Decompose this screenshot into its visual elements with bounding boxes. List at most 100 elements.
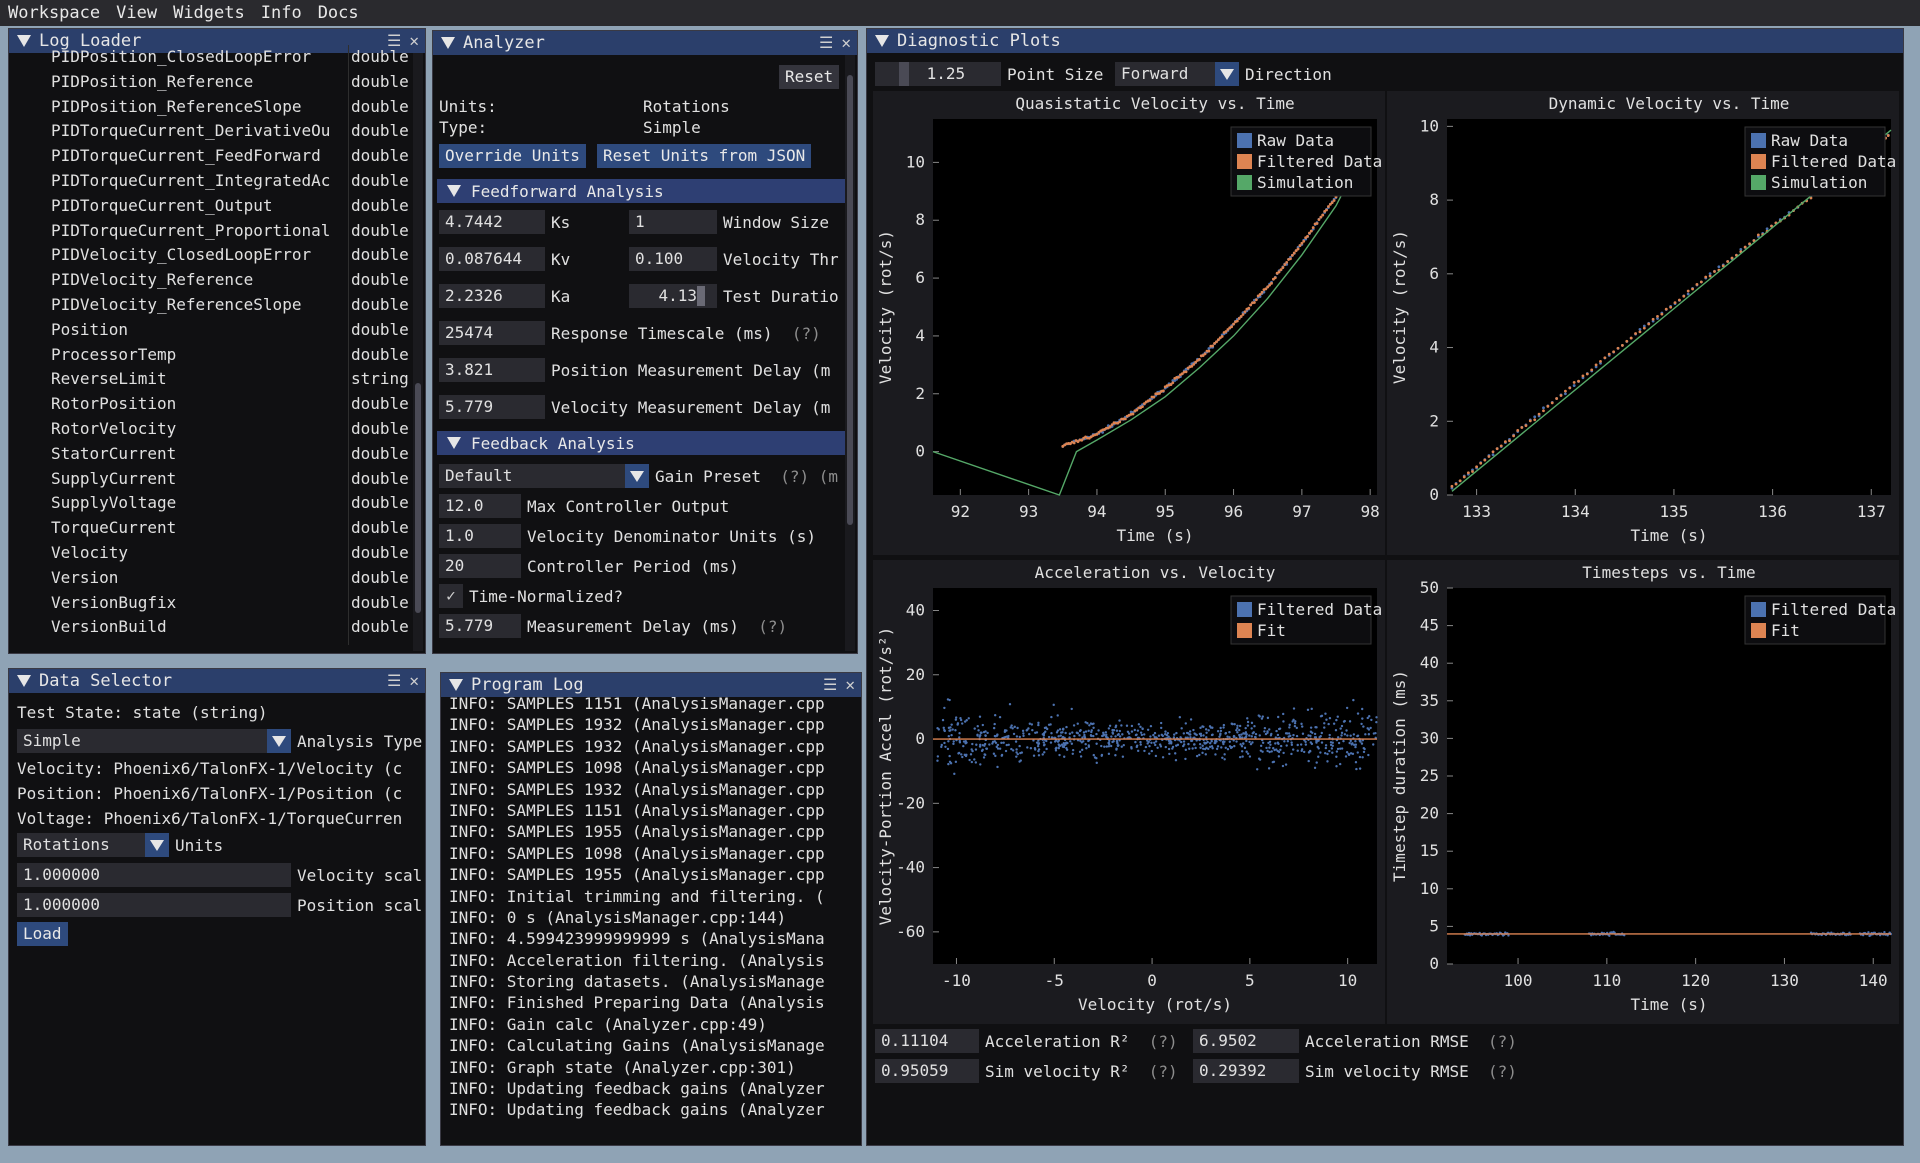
log-entry-row[interactable]: PIDTorqueCurrent_Output double	[11, 193, 411, 219]
data-point	[1036, 744, 1040, 748]
data-point	[1198, 357, 1201, 361]
log-entry-row[interactable]: VersionMajordouble	[11, 640, 411, 645]
menu-icon[interactable]: ☰	[823, 677, 837, 693]
direction-label: Direction	[1245, 65, 1332, 84]
close-icon[interactable]: ✕	[845, 677, 855, 693]
menu-widgets[interactable]: Widgets	[165, 3, 253, 23]
data-point	[1015, 735, 1019, 738]
override-units-button[interactable]: Override Units	[439, 144, 586, 168]
data-point	[1102, 733, 1106, 736]
log-entry-row[interactable]: PIDPosition_Reference double	[11, 69, 411, 95]
max-output-input[interactable]: 12.0	[439, 494, 521, 518]
log-entry-row[interactable]: Position double	[11, 317, 411, 343]
log-entry-row[interactable]: PIDTorqueCurrent_DerivativeOu double	[11, 119, 411, 145]
log-entry-row[interactable]: PIDTorqueCurrent_Proportional double	[11, 218, 411, 244]
reset-button[interactable]: Reset	[779, 65, 840, 89]
collapse-icon[interactable]	[447, 437, 461, 449]
data-point	[1032, 754, 1036, 757]
help-marker[interactable]: (?)	[1149, 1062, 1178, 1081]
menu-icon[interactable]: ☰	[819, 35, 833, 51]
data-point	[943, 728, 946, 732]
log-entry-row[interactable]: PIDTorqueCurrent_IntegratedAc double	[11, 168, 411, 194]
close-icon[interactable]: ✕	[409, 673, 419, 689]
data-point	[1216, 745, 1220, 748]
help-marker[interactable]: (?)	[1149, 1032, 1178, 1051]
data-point	[1320, 731, 1323, 735]
velocity-scale-input[interactable]: 1.000000	[17, 863, 291, 887]
help-marker[interactable]: (?)	[1488, 1062, 1517, 1081]
log-entry-type: double	[348, 640, 411, 645]
controller-period-input[interactable]: 20	[439, 554, 521, 578]
log-entry-row[interactable]: PIDVelocity_Reference double	[11, 268, 411, 293]
log-entry-row[interactable]: PIDVelocity_ClosedLoopError double	[11, 243, 411, 269]
data-point	[1180, 727, 1183, 730]
log-entry-type: double	[348, 243, 411, 269]
close-icon[interactable]: ✕	[841, 35, 851, 51]
log-entry-row[interactable]: PIDVelocity_ReferenceSlope double	[11, 292, 411, 318]
time-normalized-checkbox[interactable]: ✓	[439, 584, 463, 608]
menu-workspace[interactable]: Workspace	[0, 3, 108, 23]
log-entry-row[interactable]: Velocity double	[11, 540, 411, 566]
help-marker[interactable]: (?)	[758, 617, 787, 636]
dynamic-velocity-plot[interactable]: Dynamic Velocity vs. Time 133 134 135 136 137…	[1387, 91, 1899, 555]
collapse-icon[interactable]	[17, 675, 31, 687]
window-size-input[interactable]: 1	[629, 210, 717, 234]
data-point	[1115, 748, 1118, 751]
feedforward-section-header[interactable]: Feedforward Analysis	[437, 179, 847, 203]
log-loader-scrollbar[interactable]	[413, 53, 423, 651]
log-entry-row[interactable]: VersionBugfix double	[11, 590, 411, 616]
log-entry-row[interactable]: SupplyVoltage double	[11, 491, 411, 517]
log-entry-row[interactable]: RotorPosition double	[11, 392, 411, 417]
gain-preset-select[interactable]: Default	[439, 464, 629, 488]
menu-docs[interactable]: Docs	[310, 3, 367, 23]
log-entry-row[interactable]: VersionBuild double	[11, 615, 411, 641]
units-dropdown-icon[interactable]	[145, 833, 169, 857]
log-entry-row[interactable]: StatorCurrent double	[11, 441, 411, 467]
log-entry-row[interactable]: PIDTorqueCurrent_FeedForward double	[11, 144, 411, 169]
log-entry-row[interactable]: PIDPosition_ClosedLoopError double	[11, 45, 411, 70]
analyzer-scrollbar[interactable]	[845, 55, 855, 651]
log-entry-row[interactable]: PIDPosition_ReferenceSlope double	[11, 94, 411, 120]
data-point	[1568, 386, 1572, 390]
diagnostic-plots-titlebar[interactable]: Diagnostic Plots	[867, 29, 1903, 53]
chart-legend: Raw Data Filtered Data Simulation	[1744, 126, 1896, 197]
collapse-icon[interactable]	[441, 37, 455, 49]
log-entry-row[interactable]: ProcessorTemp double	[11, 342, 411, 368]
log-entry-row[interactable]: ReverseLimit string	[11, 367, 411, 393]
help-marker[interactable]: (?)	[1488, 1032, 1517, 1051]
menu-info[interactable]: Info	[253, 3, 310, 23]
log-entry-row[interactable]: RotorVelocity double	[11, 416, 411, 442]
collapse-icon[interactable]	[447, 185, 461, 197]
timesteps-plot[interactable]: Timesteps vs. Time 100 110 120 130 140 0 5 10 15 2…	[1387, 560, 1899, 1024]
data-point	[1296, 247, 1300, 251]
log-entry-row[interactable]: Version double	[11, 565, 411, 591]
help-marker[interactable]: (?)	[780, 467, 809, 486]
y-tick-label: 4	[915, 326, 925, 345]
velocity-threshold-input[interactable]: 0.100	[629, 247, 717, 271]
position-scale-input[interactable]: 1.000000	[17, 893, 291, 917]
direction-select[interactable]: Forward	[1115, 62, 1227, 86]
units-select[interactable]: Rotations	[17, 833, 145, 857]
velocity-denominator-input[interactable]: 1.0	[439, 524, 521, 548]
analysis-type-select[interactable]: Simple	[17, 729, 275, 753]
collapse-icon[interactable]	[449, 679, 463, 691]
menu-view[interactable]: View	[108, 3, 165, 23]
load-button[interactable]: Load	[17, 922, 68, 946]
quasistatic-velocity-plot[interactable]: Quasistatic Velocity vs. Time 92 93 94 95 96 9…	[873, 91, 1385, 555]
reset-units-button[interactable]: Reset Units from JSON	[597, 144, 812, 168]
log-entry-row[interactable]: TorqueCurrent double	[11, 516, 411, 541]
feedback-section-header[interactable]: Feedback Analysis	[437, 431, 847, 455]
collapse-icon[interactable]	[875, 35, 889, 47]
gain-preset-dropdown-icon[interactable]	[625, 464, 649, 488]
help-marker[interactable]: (?)	[792, 324, 821, 343]
analysis-type-dropdown-icon[interactable]	[267, 729, 291, 753]
log-entry-row[interactable]: SupplyCurrent double	[11, 466, 411, 492]
slider-grab[interactable]	[899, 62, 909, 86]
acceleration-velocity-plot[interactable]: Acceleration vs. Velocity -10 -5 0 5 10 40 20 0 -…	[873, 560, 1385, 1024]
menu-icon[interactable]: ☰	[387, 673, 401, 689]
point-size-input[interactable]: 1.25	[875, 62, 1001, 86]
data-selector-titlebar[interactable]: Data Selector ☰ ✕	[9, 669, 425, 693]
direction-dropdown-icon[interactable]	[1215, 62, 1239, 86]
analyzer-titlebar[interactable]: Analyzer ☰ ✕	[433, 31, 857, 55]
slider-grab[interactable]	[697, 286, 705, 306]
